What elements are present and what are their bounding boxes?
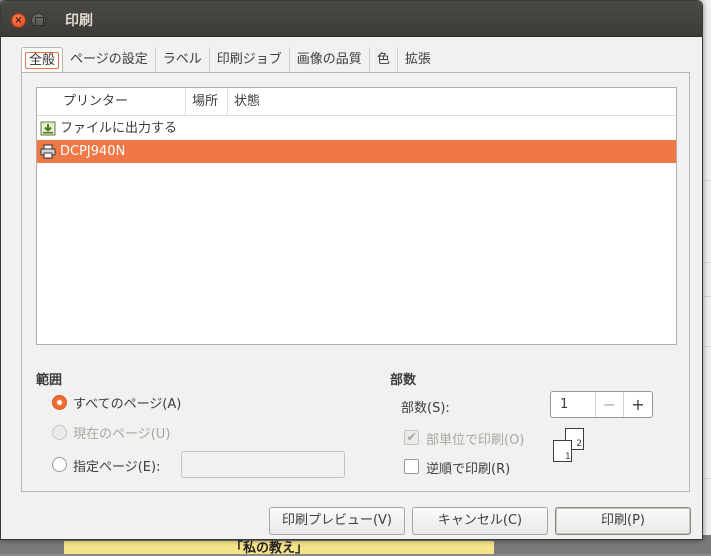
specified-pages-input[interactable] <box>181 451 345 478</box>
tab-labels[interactable]: ラベル <box>156 47 210 73</box>
tab-advanced[interactable]: 拡張 <box>398 47 438 73</box>
radio-specified-pages[interactable] <box>52 457 67 472</box>
print-button[interactable]: 印刷(P) <box>555 507 691 535</box>
tab-page-setup[interactable]: ページの設定 <box>63 47 156 73</box>
general-tab-panel: プリンター 場所 状態 ファイルに出力する DCPJ940N 範囲 すべてのペー… <box>21 72 690 492</box>
collate-preview-icon: 2 1 <box>553 428 587 464</box>
reverse-checkbox[interactable] <box>404 459 419 474</box>
column-header-location[interactable]: 場所 <box>185 88 218 116</box>
collate-label: 部単位で印刷(O) <box>426 433 525 448</box>
printer-icon <box>40 144 56 159</box>
printer-row-dcpj940n[interactable]: DCPJ940N <box>37 140 676 163</box>
printer-list-header: プリンター 場所 状態 <box>37 88 676 116</box>
window-title: 印刷 <box>65 13 93 29</box>
collate-checkbox: ✔ <box>404 430 419 445</box>
radio-all-pages[interactable] <box>52 395 67 410</box>
tab-bar: 全般 ページの設定 ラベル 印刷ジョブ 画像の品質 色 拡張 <box>21 47 438 73</box>
printer-name: DCPJ940N <box>60 144 126 159</box>
copies-section-title: 部数 <box>390 373 417 388</box>
cancel-button[interactable]: キャンセル(C) <box>412 507 548 535</box>
printer-row-file[interactable]: ファイルに出力する <box>37 117 676 140</box>
tab-print-job[interactable]: 印刷ジョブ <box>210 47 290 73</box>
copies-value[interactable]: 1 <box>551 392 596 417</box>
column-header-status[interactable]: 状態 <box>227 88 260 116</box>
column-header-printer[interactable]: プリンター <box>63 88 128 116</box>
radio-current-page <box>52 425 67 440</box>
close-button[interactable]: × <box>11 13 26 28</box>
title-bar: × 印刷 <box>1 1 702 37</box>
maximize-button[interactable] <box>31 13 46 28</box>
file-download-icon <box>40 121 56 136</box>
print-preview-button[interactable]: 印刷プレビュー(V) <box>269 507 405 535</box>
tab-general[interactable]: 全般 <box>21 47 64 73</box>
increment-button[interactable]: + <box>624 392 652 417</box>
copies-label: 部数(S): <box>401 401 450 416</box>
copies-spinner[interactable]: 1 − + <box>550 391 653 418</box>
range-section-title: 範囲 <box>36 373 63 388</box>
tab-label: 全般 <box>25 52 60 69</box>
decrement-button: − <box>596 392 624 417</box>
printer-name: ファイルに出力する <box>60 121 178 136</box>
all-pages-label: すべてのページ(A) <box>73 397 182 412</box>
tab-color[interactable]: 色 <box>370 47 398 73</box>
printer-list[interactable]: プリンター 場所 状態 ファイルに出力する DCPJ940N <box>36 87 677 345</box>
print-dialog: × 印刷 全般 ページの設定 ラベル 印刷ジョブ 画像の品質 色 拡張 プリンタ… <box>0 0 703 540</box>
tab-image-quality[interactable]: 画像の品質 <box>290 47 370 73</box>
current-page-label: 現在のページ(U) <box>73 427 171 442</box>
specified-pages-label: 指定ページ(E): <box>73 460 161 475</box>
reverse-label: 逆順で印刷(R) <box>426 462 511 477</box>
